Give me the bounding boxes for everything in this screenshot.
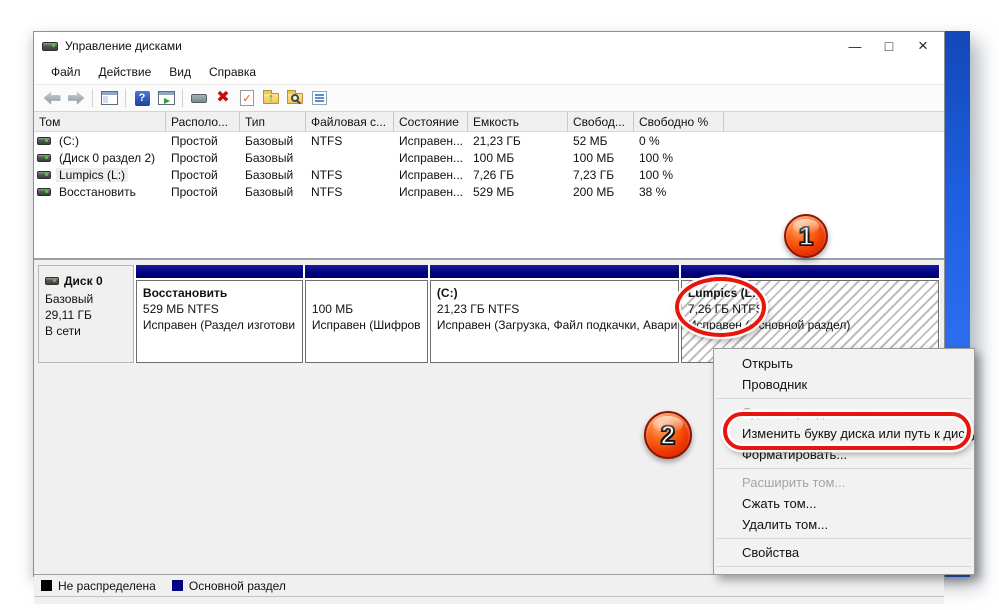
legend-swatch-unallocated xyxy=(41,580,52,591)
open-folder-icon[interactable]: ↑ xyxy=(259,87,283,109)
status-bar xyxy=(34,596,944,604)
partition-color-bar xyxy=(681,265,939,278)
disk-icon xyxy=(45,277,59,285)
menu-separator xyxy=(716,538,972,539)
window-title: Управление дисками xyxy=(65,39,182,53)
disk-status: В сети xyxy=(45,323,133,339)
menu-item-extend-volume: Расширить том... xyxy=(714,472,974,493)
menu-item-explorer[interactable]: Проводник xyxy=(714,374,974,395)
volume-row-recovery[interactable]: Восстановить Простой Базовый NTFS Исправ… xyxy=(34,183,944,200)
menu-item-properties[interactable]: Свойства xyxy=(714,542,974,563)
minimize-button[interactable]: — xyxy=(838,34,872,58)
app-icon xyxy=(42,42,58,51)
partition-system[interactable]: 100 МБ Исправен (Шифров xyxy=(305,265,428,363)
console-tree-icon[interactable] xyxy=(97,87,121,109)
column-header[interactable]: Емкость xyxy=(468,112,568,132)
disk-type: Базовый xyxy=(45,291,133,307)
titlebar[interactable]: Управление дисками — □ × xyxy=(34,32,944,60)
properties-list-icon[interactable] xyxy=(307,87,331,109)
legend-primary-partition: Основной раздел xyxy=(172,579,286,593)
menu-item-format[interactable]: Форматировать... xyxy=(714,444,974,465)
volume-icon xyxy=(37,171,51,179)
annotation-step-2-badge: 2 xyxy=(644,411,692,459)
toolbar-separator xyxy=(92,89,93,107)
disk-size: 29,11 ГБ xyxy=(45,307,133,323)
column-header[interactable]: Том xyxy=(34,112,166,132)
menu-item-change-drive-letter[interactable]: Изменить букву диска или путь к диску... xyxy=(714,423,974,444)
menu-item-shrink-volume[interactable]: Сжать том... xyxy=(714,493,974,514)
legend-swatch-primary xyxy=(172,580,183,591)
menu-item-delete-volume[interactable]: Удалить том... xyxy=(714,514,974,535)
partition-recovery[interactable]: Восстановить 529 МБ NTFS Исправен (Разде… xyxy=(136,265,303,363)
close-button[interactable]: × xyxy=(906,34,940,58)
check-document-icon[interactable]: ✓ xyxy=(235,87,259,109)
volume-icon xyxy=(37,137,51,145)
menu-separator xyxy=(716,398,972,399)
menu-file[interactable]: Файл xyxy=(42,62,90,82)
disk-icon xyxy=(42,42,58,51)
menu-view[interactable]: Вид xyxy=(160,62,200,82)
explore-folder-icon[interactable] xyxy=(283,87,307,109)
volume-table-header: Том Располо... Тип Файловая с... Состоян… xyxy=(34,112,944,132)
back-icon[interactable] xyxy=(40,87,64,109)
action-pane-icon[interactable] xyxy=(154,87,178,109)
toolbar: ? ✖ ✓ ↑ xyxy=(34,84,944,112)
help-icon[interactable]: ? xyxy=(130,87,154,109)
column-header[interactable]: Свободно % xyxy=(634,112,724,132)
menubar: Файл Действие Вид Справка xyxy=(34,60,944,84)
disk0-panel[interactable]: Диск 0 Базовый 29,11 ГБ В сети xyxy=(38,265,134,363)
partition-c[interactable]: (C:) 21,23 ГБ NTFS Исправен (Загрузка, Ф… xyxy=(430,265,679,363)
partition-color-bar xyxy=(305,265,428,278)
column-header[interactable]: Тип xyxy=(240,112,306,132)
partition-color-bar xyxy=(430,265,679,278)
screenshot-root: Управление дисками — □ × Файл Действие В… xyxy=(0,0,999,610)
menu-item-open[interactable]: Открыть xyxy=(714,353,974,374)
forward-icon[interactable] xyxy=(64,87,88,109)
window-controls: — □ × xyxy=(838,34,940,58)
volume-row-disk0-part2[interactable]: (Диск 0 раздел 2) Простой Базовый Исправ… xyxy=(34,149,944,166)
annotation-step-1-badge: 1 xyxy=(784,214,828,258)
menu-action[interactable]: Действие xyxy=(90,62,161,82)
popup-window-icon[interactable] xyxy=(187,87,211,109)
volume-icon xyxy=(37,188,51,196)
legend-unallocated: Не распределена xyxy=(41,579,156,593)
volume-row-c[interactable]: (C:) Простой Базовый NTFS Исправен... 21… xyxy=(34,132,944,149)
toolbar-separator xyxy=(125,89,126,107)
volume-row-lumpics[interactable]: Lumpics (L:) Простой Базовый NTFS Исправ… xyxy=(34,166,944,183)
toolbar-separator xyxy=(182,89,183,107)
legend-bar: Не распределена Основной раздел xyxy=(34,574,944,596)
disk-name: Диск 0 xyxy=(64,273,103,289)
column-header[interactable]: Файловая с... xyxy=(306,112,394,132)
delete-volume-icon[interactable]: ✖ xyxy=(211,87,235,109)
partition-color-bar xyxy=(136,265,303,278)
menu-help[interactable]: Справка xyxy=(200,62,265,82)
column-header[interactable]: Состояние xyxy=(394,112,468,132)
column-header[interactable]: Располо... xyxy=(166,112,240,132)
menu-item-mark-active: Сделать раздел активным xyxy=(714,402,974,423)
maximize-button[interactable]: □ xyxy=(872,34,906,58)
menu-separator xyxy=(716,566,972,567)
menu-separator xyxy=(716,468,972,469)
context-menu: Открыть Проводник Сделать раздел активны… xyxy=(713,348,975,575)
volume-icon xyxy=(37,154,51,162)
column-header[interactable]: Свобод... xyxy=(568,112,634,132)
